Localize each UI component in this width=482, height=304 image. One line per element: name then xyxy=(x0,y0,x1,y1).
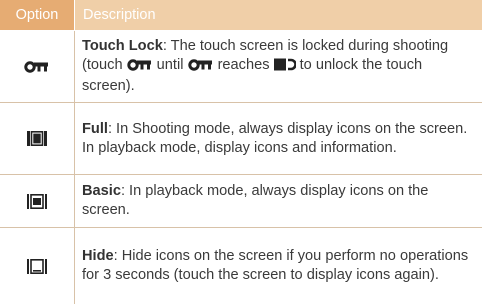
row-description: Basic: In playback mode, always display … xyxy=(82,175,478,227)
row-text: : Hide icons on the screen if you perfor… xyxy=(82,248,469,283)
row-term: Basic xyxy=(82,183,121,199)
table-row: Touch Lock: The touch screen is locked d… xyxy=(0,31,482,102)
table-row: Hide: Hide icons on the screen if you pe… xyxy=(0,228,482,304)
display-basic-icon xyxy=(0,175,74,227)
row-description: Hide: Hide icons on the screen if you pe… xyxy=(82,228,478,304)
header-description: Description xyxy=(75,0,482,30)
row-text: : In Shooting mode, always display icons… xyxy=(82,120,468,156)
display-hide-icon xyxy=(0,228,74,304)
table-row: Basic: In playback mode, always display … xyxy=(0,175,482,227)
row-text: reaches xyxy=(213,57,274,73)
row-description: Full: In Shooting mode, always display i… xyxy=(82,103,478,174)
row-term: Full xyxy=(82,120,108,137)
row-description: Touch Lock: The touch screen is locked d… xyxy=(82,31,478,102)
key-icon xyxy=(126,58,153,77)
display-full-icon xyxy=(0,103,74,174)
row-term: Touch Lock xyxy=(82,38,163,54)
header-option: Option xyxy=(0,0,74,30)
key-icon xyxy=(187,58,214,77)
unlock-slot-icon xyxy=(273,58,297,77)
row-term: Hide xyxy=(82,248,114,264)
row-text: : In playback mode, always display icons… xyxy=(82,183,429,218)
row-text: until xyxy=(152,57,188,73)
table-row: Full: In Shooting mode, always display i… xyxy=(0,103,482,174)
touch-lock-key-icon xyxy=(0,31,74,102)
table-header: Option Description xyxy=(0,0,482,30)
